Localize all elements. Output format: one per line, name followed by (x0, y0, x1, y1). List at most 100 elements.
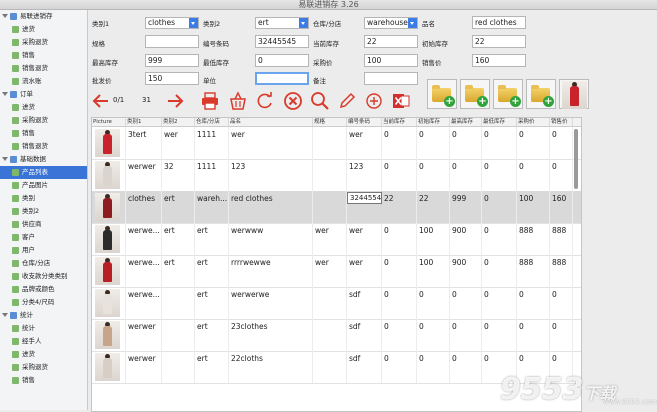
table-cell[interactable]: 0 (417, 319, 450, 351)
table-cell[interactable]: 0 (482, 287, 517, 319)
table-cell[interactable]: 0 (450, 159, 482, 191)
max-stock-input[interactable]: 999 (145, 54, 199, 67)
sidebar-item[interactable]: 收支款分类类别 (0, 270, 87, 283)
column-header[interactable]: 编号条码 (347, 118, 382, 126)
table-cell[interactable]: 0 (450, 319, 482, 351)
picture-cell[interactable] (92, 255, 126, 287)
scrollbar-thumb[interactable] (574, 129, 578, 189)
product-image-preview[interactable] (559, 79, 589, 109)
column-header[interactable]: 品名 (229, 118, 313, 126)
table-cell[interactable]: 0 (382, 159, 417, 191)
sidebar-item[interactable]: 类别 (0, 192, 87, 205)
table-cell[interactable]: 900 (450, 255, 482, 287)
table-cell[interactable]: 160 (550, 191, 573, 223)
table-cell[interactable]: ert (195, 223, 229, 255)
sidebar-item[interactable]: 销售退货 (0, 62, 87, 75)
product-table[interactable]: Picture 类别1 类别2 仓库/分店 品名 规格 编号条码 当前库存 初始库存 最高库存 最低… (91, 117, 582, 412)
table-cell[interactable]: 0 (517, 287, 550, 319)
table-cell[interactable] (313, 159, 347, 191)
column-header[interactable]: 采购价 (517, 118, 550, 126)
forward-arrow-icon[interactable] (165, 91, 185, 111)
table-row[interactable]: werwer 32 1111 123 123 0 0 0 0 0 0 (92, 159, 581, 192)
picture-cell[interactable] (92, 319, 126, 351)
disclosure-triangle-icon[interactable] (2, 14, 8, 18)
table-cell[interactable]: 0 (517, 319, 550, 351)
table-row[interactable]: clothesertwareh...red clothes32445545222… (92, 191, 581, 224)
sidebar-item[interactable]: 进货 (0, 348, 87, 361)
table-cell[interactable]: 0 (417, 351, 450, 383)
column-header[interactable]: 最高库存 (450, 118, 482, 126)
table-cell[interactable]: 22 (417, 191, 450, 223)
printer-icon[interactable] (200, 91, 220, 111)
table-cell[interactable] (162, 351, 195, 383)
table-cell[interactable]: 0 (417, 127, 450, 159)
sidebar-item[interactable]: 销售退货 (0, 140, 87, 153)
table-cell[interactable]: ert (195, 351, 229, 383)
table-cell[interactable]: wareh... (195, 191, 229, 223)
vertical-scrollbar[interactable] (573, 127, 579, 411)
table-cell[interactable]: 0 (482, 223, 517, 255)
add-image-button-2[interactable]: + (460, 79, 490, 109)
sidebar-item[interactable]: 进货 (0, 23, 87, 36)
sidebar-item[interactable]: 采购退货 (0, 114, 87, 127)
wholesale-input[interactable]: 150 (145, 72, 199, 85)
table-row[interactable]: werwe... ert ert rrrrwewwe wer wer 0 100 900 0 888… (92, 255, 581, 288)
table-cell[interactable]: 0 (517, 159, 550, 191)
table-cell[interactable]: 0 (482, 127, 517, 159)
table-cell[interactable]: 0 (417, 159, 450, 191)
note-input[interactable] (364, 72, 418, 85)
disclosure-triangle-icon[interactable] (2, 157, 8, 161)
table-cell[interactable]: 100 (417, 223, 450, 255)
table-cell[interactable]: 0 (482, 255, 517, 287)
table-cell[interactable]: 0 (382, 287, 417, 319)
table-cell[interactable]: werwww (229, 223, 313, 255)
table-cell[interactable]: 3tert (126, 127, 162, 159)
sidebar-item[interactable]: 销售 (0, 127, 87, 140)
picture-cell[interactable] (92, 127, 126, 159)
sidebar-item[interactable]: 分类4/尺码 (0, 296, 87, 309)
table-cell[interactable]: werwer (126, 159, 162, 191)
purchase-price-input[interactable]: 100 (364, 54, 418, 67)
table-cell[interactable]: sdf (347, 319, 382, 351)
table-cell[interactable] (162, 319, 195, 351)
sidebar-group[interactable]: 易联进销存 (0, 10, 87, 23)
table-cell[interactable]: 0 (382, 255, 417, 287)
sidebar-group[interactable]: 基础数据 (0, 153, 87, 166)
picture-cell[interactable] (92, 287, 126, 319)
sidebar-item[interactable]: 销售 (0, 374, 87, 387)
name-input[interactable]: red clothes (472, 16, 526, 29)
column-header[interactable]: 类别2 (162, 118, 195, 126)
table-cell[interactable]: 0 (450, 351, 482, 383)
table-cell[interactable]: 100 (517, 191, 550, 223)
add-image-button-4[interactable]: + (526, 79, 556, 109)
table-cell[interactable]: werwe... (126, 255, 162, 287)
table-cell[interactable]: 0 (382, 319, 417, 351)
table-cell[interactable]: 0 (550, 159, 573, 191)
table-cell[interactable]: 888 (517, 255, 550, 287)
sidebar-item[interactable]: 客户 (0, 231, 87, 244)
table-cell[interactable]: 0 (450, 127, 482, 159)
table-cell[interactable]: 999 (450, 191, 482, 223)
search-icon[interactable] (310, 91, 330, 111)
picture-cell[interactable] (92, 223, 126, 255)
table-cell[interactable]: 0 (482, 159, 517, 191)
table-cell[interactable]: werwer (126, 319, 162, 351)
table-cell[interactable]: 0 (482, 191, 517, 223)
table-cell[interactable]: 0 (450, 287, 482, 319)
table-cell[interactable]: werwerwe (229, 287, 313, 319)
table-cell[interactable]: 123 (229, 159, 313, 191)
column-header[interactable]: 规格 (313, 118, 347, 126)
table-cell[interactable]: sdf (347, 351, 382, 383)
table-cell[interactable]: wer (229, 127, 313, 159)
refresh-icon[interactable] (255, 91, 275, 111)
table-cell[interactable] (162, 287, 195, 319)
table-cell[interactable]: rrrrwewwe (229, 255, 313, 287)
table-cell[interactable]: sdf (347, 287, 382, 319)
picture-cell[interactable] (92, 351, 126, 383)
table-cell[interactable]: wer (162, 127, 195, 159)
sidebar-item[interactable]: 流水账 (0, 75, 87, 88)
table-cell[interactable]: 32445545 (347, 192, 382, 204)
delete-basket-icon[interactable] (228, 91, 248, 111)
current-stock-input[interactable]: 22 (364, 35, 418, 48)
picture-cell[interactable] (92, 159, 126, 191)
